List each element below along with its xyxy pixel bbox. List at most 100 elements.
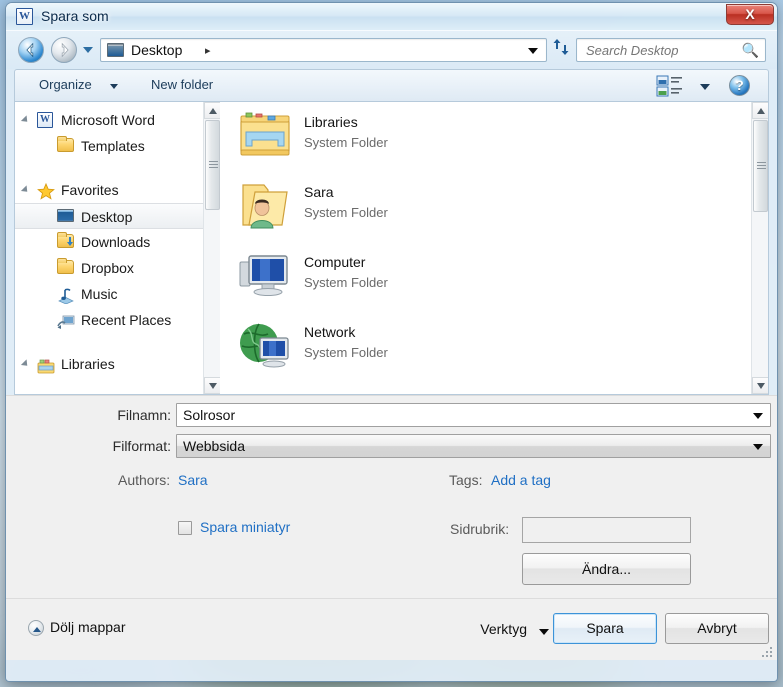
tree-item-music[interactable]: Music [15, 281, 220, 307]
scrollbar-grip-icon [757, 162, 766, 170]
tags-value[interactable]: Add a tag [491, 472, 551, 488]
word-icon: W [37, 112, 53, 128]
address-dropdown-icon[interactable] [528, 48, 538, 54]
chevron-down-icon[interactable] [110, 84, 118, 89]
search-input[interactable] [584, 42, 739, 59]
title-bar[interactable]: W Spara som X [6, 3, 777, 31]
folder-tree: W Microsoft Word Templates Favorites Desktop… [15, 102, 220, 377]
file-list-item[interactable]: Sara System Folder [224, 172, 768, 242]
close-button[interactable]: X [726, 4, 774, 25]
view-options-button[interactable] [656, 75, 690, 97]
download-folder-icon [57, 232, 74, 248]
scrollbar-thumb[interactable] [753, 120, 768, 212]
tree-item-label: Templates [81, 138, 145, 154]
tree-group-spacer [15, 333, 220, 351]
scroll-down-button[interactable] [752, 377, 768, 394]
filetype-value[interactable]: Webbsida [183, 438, 245, 454]
organize-button[interactable]: Organize [39, 77, 92, 92]
back-button[interactable] [18, 37, 44, 63]
address-bar[interactable]: Desktop ▸ [100, 38, 547, 62]
breadcrumb[interactable]: Desktop [131, 42, 182, 58]
save-thumbnail-label[interactable]: Spara miniatyr [200, 519, 290, 535]
filename-value[interactable]: Solrosor [183, 407, 235, 423]
filelist-scrollbar[interactable] [751, 102, 768, 394]
libraries-folder-icon [240, 112, 290, 156]
tree-item-desktop[interactable]: Desktop [15, 203, 220, 229]
back-arrow-icon [26, 42, 34, 58]
file-list-item[interactable]: Network System Folder [224, 312, 768, 382]
tree-item-label: Downloads [81, 234, 151, 250]
save-as-dialog: W Spara som X Desktop ▸ Search Desktop 🔍… [5, 2, 778, 682]
file-item-name: Network [304, 324, 356, 340]
navigation-pane: W Microsoft Word Templates Favorites Desktop… [15, 102, 220, 394]
computer-icon [239, 255, 288, 296]
file-list: Libraries System Folder Sara System Folder C… [224, 102, 768, 394]
user-folder-icon [242, 184, 288, 229]
resize-grip-icon[interactable] [762, 645, 774, 657]
tree-item-label: Music [81, 286, 118, 302]
window-title: Spara som [41, 8, 109, 24]
chevron-up-circle-icon [28, 620, 44, 636]
forward-arrow-icon [61, 42, 69, 58]
help-button[interactable]: ? [729, 75, 750, 96]
tree-item-label: Recent Places [81, 312, 172, 328]
folder-icon [57, 258, 74, 274]
file-list-item[interactable]: Libraries System Folder [224, 102, 768, 172]
cancel-button[interactable]: Avbryt [665, 613, 769, 644]
tree-item-label: Desktop [81, 209, 133, 225]
filetype-label: Filformat: [112, 438, 171, 454]
file-item-name: Libraries [304, 114, 358, 130]
filename-label: Filnamn: [117, 407, 171, 423]
scrollbar-thumb[interactable] [205, 120, 220, 210]
tree-item-microsoft-word[interactable]: W Microsoft Word [15, 107, 220, 133]
file-item-name: Sara [304, 184, 334, 200]
desktop-icon [107, 43, 124, 57]
file-item-type: System Folder [304, 205, 388, 220]
tree-item-recent-places[interactable]: Recent Places [15, 307, 220, 333]
star-icon [37, 182, 55, 200]
chevron-down-icon[interactable] [539, 629, 549, 635]
search-box[interactable]: 🔍 [576, 38, 766, 62]
chevron-down-icon[interactable] [753, 413, 763, 419]
file-browser: W Microsoft Word Templates Favorites Desktop… [14, 101, 769, 395]
file-list-item[interactable]: Computer System Folder [224, 242, 768, 312]
filename-combobox[interactable]: Solrosor [176, 403, 771, 427]
scroll-up-button[interactable] [204, 102, 220, 119]
authors-label: Authors: [118, 472, 171, 488]
file-item-name: Computer [304, 254, 366, 270]
scroll-down-button[interactable] [204, 377, 220, 394]
navpane-scrollbar[interactable] [203, 102, 220, 394]
scrollbar-grip-icon [209, 161, 218, 169]
view-list-icon [656, 75, 682, 97]
change-title-button[interactable]: Ändra... [522, 553, 691, 585]
tree-item-templates[interactable]: Templates [15, 133, 220, 159]
refresh-button[interactable] [549, 38, 573, 62]
tools-button[interactable]: Verktyg [480, 621, 527, 637]
network-icon [240, 323, 289, 368]
pagetitle-label: Sidrubrik: [450, 521, 510, 537]
scroll-up-button[interactable] [752, 102, 768, 119]
tree-item-label: Dropbox [81, 260, 134, 276]
forward-button[interactable] [51, 37, 77, 63]
pagetitle-input[interactable] [522, 517, 691, 543]
tree-item-favorites[interactable]: Favorites [15, 177, 220, 203]
search-icon[interactable]: 🔍 [742, 42, 759, 59]
folder-icon [57, 136, 74, 152]
chevron-down-icon[interactable] [753, 444, 763, 450]
hide-folders-label: Dölj mappar [50, 619, 126, 635]
tree-item-dropbox[interactable]: Dropbox [15, 255, 220, 281]
save-button[interactable]: Spara [553, 613, 657, 644]
tree-item-downloads[interactable]: Downloads [15, 229, 220, 255]
filetype-combobox[interactable]: Webbsida [176, 434, 771, 458]
tree-item-libraries[interactable]: Libraries [15, 351, 220, 377]
view-dropdown-icon[interactable] [700, 84, 710, 90]
file-item-type: System Folder [304, 275, 388, 290]
navigation-bar: Desktop ▸ 🔍 [6, 31, 777, 69]
file-item-icon [238, 110, 292, 160]
new-folder-button[interactable]: New folder [151, 77, 213, 92]
authors-value[interactable]: Sara [178, 472, 208, 488]
save-options-panel: Filnamn: Solrosor Filformat: Webbsida Au… [6, 395, 777, 660]
history-dropdown-icon[interactable] [83, 47, 93, 53]
checkbox-box-icon[interactable] [178, 521, 192, 535]
word-app-icon: W [16, 8, 33, 25]
